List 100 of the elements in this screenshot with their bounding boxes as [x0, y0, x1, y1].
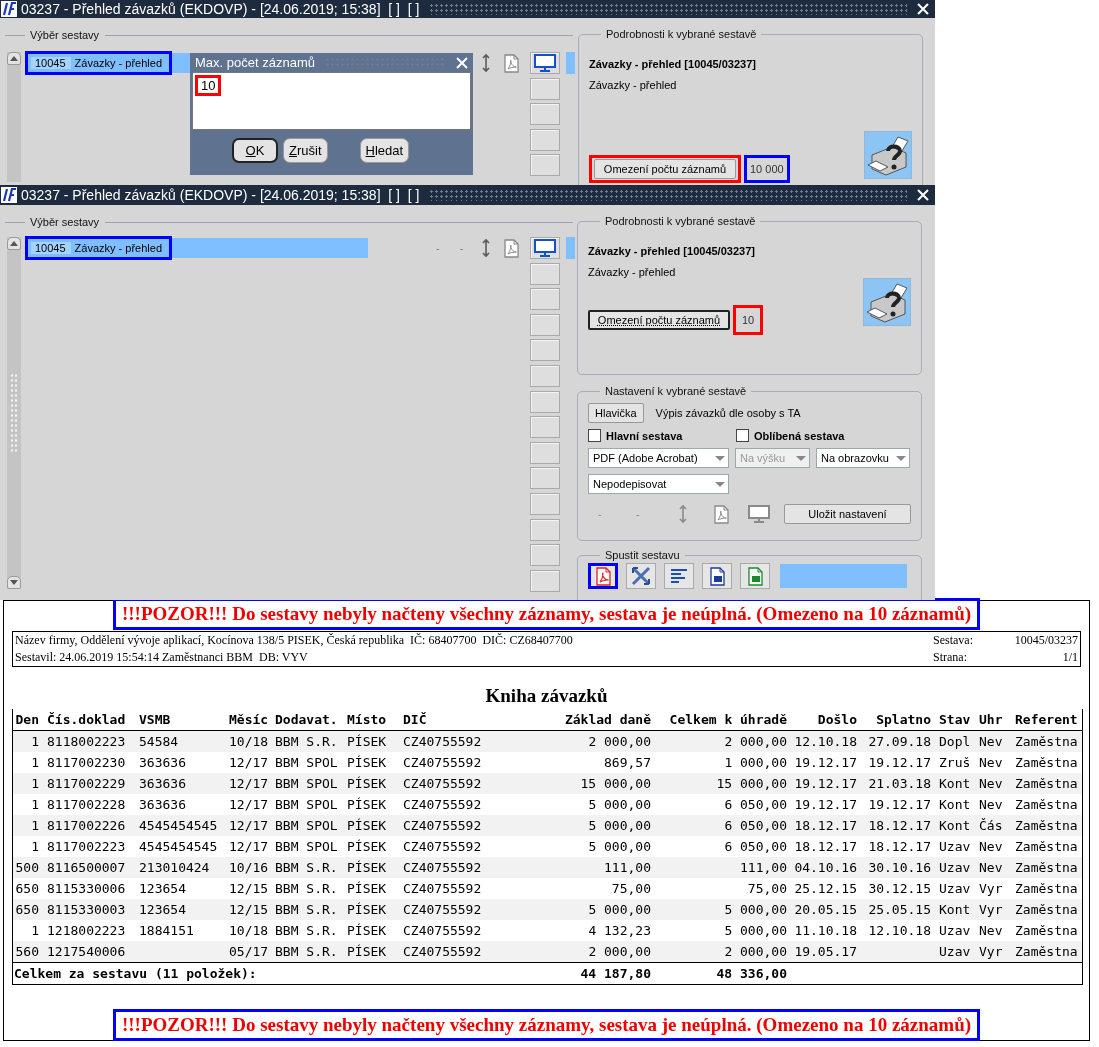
column-header: Základ daně: [563, 712, 652, 727]
table-cell-text: 4545454545: [138, 818, 219, 833]
table-cell-text: Zaměstna: [1014, 734, 1079, 749]
empty-button[interactable]: [530, 441, 560, 464]
up-down-arrow-icon: [678, 504, 688, 524]
close-icon: [917, 3, 929, 15]
table-cell-text: 1: [30, 755, 40, 770]
table-cell-text: Nev: [978, 797, 1004, 812]
total-value: 48 336,00: [715, 966, 788, 981]
run-report-button[interactable]: [664, 563, 694, 589]
table-cell-text: BBM S.R.: [274, 923, 339, 938]
empty-button[interactable]: [530, 339, 560, 362]
table-cell-text: 19.12.17: [867, 797, 932, 812]
table-cell-text: 10/18: [228, 923, 269, 938]
table-cell-text: 30.10.16: [867, 860, 932, 875]
column-header: Den: [14, 712, 40, 727]
empty-button[interactable]: [530, 128, 560, 151]
table-cell-text: 5 000,00: [587, 818, 652, 833]
scroll-grip[interactable]: [10, 373, 18, 453]
empty-button[interactable]: [530, 154, 560, 177]
empty-button[interactable]: [530, 544, 560, 567]
run-report-button[interactable]: [702, 563, 732, 589]
table-cell-text: BBM S.R.: [274, 860, 339, 875]
checkbox[interactable]: [736, 429, 749, 442]
run-report-button[interactable]: [626, 563, 656, 589]
run-report-button[interactable]: [588, 563, 618, 589]
table-cell-text: 75,00: [610, 881, 652, 896]
table-cell-text: Vyr: [978, 944, 1004, 959]
scroll-down-button[interactable]: [7, 576, 21, 589]
dash-mark: -: [436, 242, 440, 254]
total-value: 44 187,80: [579, 966, 652, 981]
panel-title: Výběr sestavy: [29, 29, 100, 41]
table-cell-text: 1: [30, 797, 40, 812]
document-icon: [708, 566, 726, 586]
table-cell-text: CZ40755592: [402, 923, 483, 938]
checkbox[interactable]: [588, 429, 601, 442]
column-header: Celkem k úhradě: [668, 712, 788, 727]
table-cell-text: 12/17: [228, 776, 269, 791]
scrollbar[interactable]: [7, 52, 21, 182]
dialog-button[interactable]: Hledat: [359, 137, 410, 163]
column-header: Splatno: [875, 712, 932, 727]
table-cell-text: 8117002229: [46, 776, 127, 791]
record-limit-button[interactable]: Omezení počtu záznamů: [594, 159, 736, 179]
empty-button[interactable]: [530, 288, 560, 311]
table-cell-text: Nev: [978, 776, 1004, 791]
empty-button[interactable]: [530, 390, 560, 413]
table-cell-text: CZ40755592: [402, 881, 483, 896]
report-name: Závazky - přehled: [73, 242, 164, 254]
dash-mark: -: [635, 508, 641, 520]
record-limit-button[interactable]: Omezení počtu záznamů: [588, 310, 730, 330]
list-row[interactable]: 10045 Závazky - přehled: [25, 238, 368, 258]
table-cell-text: Nev: [978, 755, 1004, 770]
column-header: DIČ: [402, 712, 428, 727]
empty-button[interactable]: [530, 416, 560, 439]
input-field[interactable]: 10: [192, 72, 471, 130]
dialog-button[interactable]: OK: [232, 137, 278, 163]
empty-button[interactable]: [530, 364, 560, 387]
report-code: 10045: [31, 57, 71, 69]
checkbox-label: Hlavní sestava: [606, 429, 683, 442]
table-cell-text: Dopl: [938, 734, 972, 749]
table-cell-text: 6 050,00: [723, 839, 788, 854]
scroll-up-button[interactable]: [7, 237, 21, 250]
pdf-file-icon: [503, 238, 520, 258]
header-button[interactable]: Hlavička: [588, 403, 644, 423]
table-cell-text: CZ40755592: [402, 734, 483, 749]
table-cell-text: 363636: [138, 776, 187, 791]
screen-output-button[interactable]: [530, 52, 560, 74]
dropdown[interactable]: PDF (Adobe Acrobat): [588, 448, 729, 468]
scroll-up-button[interactable]: [7, 52, 21, 65]
table-cell-text: Kont: [938, 818, 972, 833]
empty-button[interactable]: [530, 467, 560, 490]
table-cell-text: 111,00: [739, 860, 788, 875]
empty-button[interactable]: [530, 569, 560, 592]
crossed-arrows-icon: [631, 566, 651, 586]
table-cell-text: Zaměstna: [1014, 923, 1079, 938]
screen-output-button[interactable]: [530, 237, 560, 259]
checkbox-label: Oblíbená sestava: [754, 429, 845, 442]
table-cell-text: 869,57: [603, 755, 652, 770]
table-cell-text: 1: [30, 839, 40, 854]
caret-icon: [896, 456, 906, 461]
table-cell-text: 25.12.15: [793, 881, 858, 896]
table-cell-text: 10/16: [228, 860, 269, 875]
dropdown[interactable]: Nepodepisovat: [588, 474, 729, 494]
save-settings-button[interactable]: Uložit nastavení: [784, 504, 911, 524]
empty-button[interactable]: [530, 313, 560, 336]
empty-button[interactable]: [530, 518, 560, 541]
run-report-button[interactable]: [740, 563, 770, 589]
empty-button[interactable]: [530, 492, 560, 515]
table-cell-text: Kont: [938, 902, 972, 917]
table-cell-text: 10/18: [228, 734, 269, 749]
monitor-icon: [534, 239, 556, 257]
table-cell-text: 1884151: [138, 923, 195, 938]
table-cell-text: 11.10.18: [793, 923, 858, 938]
scrollbar[interactable]: [7, 237, 21, 589]
selection-indicator: [566, 52, 575, 74]
table-cell-text: 05/17: [228, 944, 269, 959]
empty-button[interactable]: [530, 103, 560, 126]
dialog-button[interactable]: Zrušit: [283, 137, 328, 163]
column-header: Došlo: [816, 712, 858, 727]
dropdown[interactable]: Na obrazovku: [816, 448, 910, 468]
